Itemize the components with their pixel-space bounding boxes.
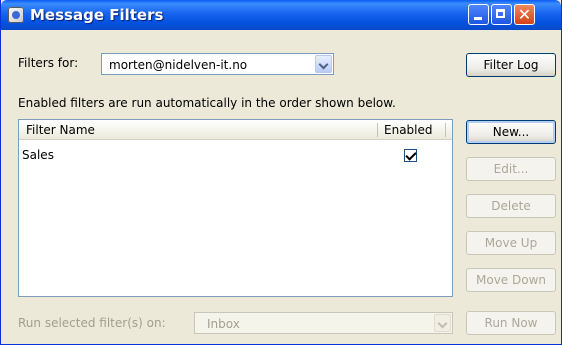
edit-filter-button[interactable]: Edit...: [466, 157, 556, 181]
filter-list[interactable]: Filter Name Enabled Sales: [18, 119, 453, 297]
window-title: Message Filters: [30, 6, 164, 24]
filters-for-label: Filters for:: [18, 56, 79, 70]
filter-log-button[interactable]: Filter Log: [466, 53, 556, 77]
move-down-button[interactable]: Move Down: [466, 268, 556, 292]
enabled-checkbox[interactable]: [404, 149, 417, 162]
maximize-icon: [496, 9, 505, 18]
chevron-down-icon[interactable]: [434, 314, 451, 332]
close-button[interactable]: ✕: [514, 4, 535, 25]
delete-filter-button[interactable]: Delete: [466, 194, 556, 218]
app-icon: [8, 7, 24, 23]
title-bar[interactable]: Message Filters ✕: [1, 0, 561, 30]
column-separator[interactable]: [445, 123, 446, 137]
account-select-value: morten@nidelven-it.no: [109, 58, 248, 72]
column-separator[interactable]: [377, 123, 378, 137]
filter-name-cell: Sales: [22, 148, 54, 162]
move-up-button[interactable]: Move Up: [466, 231, 556, 255]
maximize-button[interactable]: [491, 4, 512, 25]
column-header-enabled[interactable]: Enabled: [384, 123, 433, 137]
filter-list-header: Filter Name Enabled: [19, 120, 452, 140]
close-icon: ✕: [517, 5, 532, 24]
run-now-button[interactable]: Run Now: [466, 311, 556, 335]
info-text: Enabled filters are run automatically in…: [18, 96, 396, 110]
run-folder-value: Inbox: [207, 317, 240, 331]
minimize-icon: [474, 17, 482, 20]
message-filters-window: Message Filters ✕ Filters for: morten@ni…: [0, 0, 562, 345]
table-row[interactable]: Sales: [19, 145, 452, 163]
chevron-down-icon[interactable]: [315, 55, 332, 73]
new-filter-button[interactable]: New...: [466, 120, 556, 144]
run-on-label: Run selected filter(s) on:: [18, 316, 166, 330]
account-select[interactable]: morten@nidelven-it.no: [101, 53, 334, 75]
minimize-button[interactable]: [468, 4, 489, 25]
column-header-filter-name[interactable]: Filter Name: [26, 123, 95, 137]
run-folder-select[interactable]: Inbox: [194, 312, 453, 334]
